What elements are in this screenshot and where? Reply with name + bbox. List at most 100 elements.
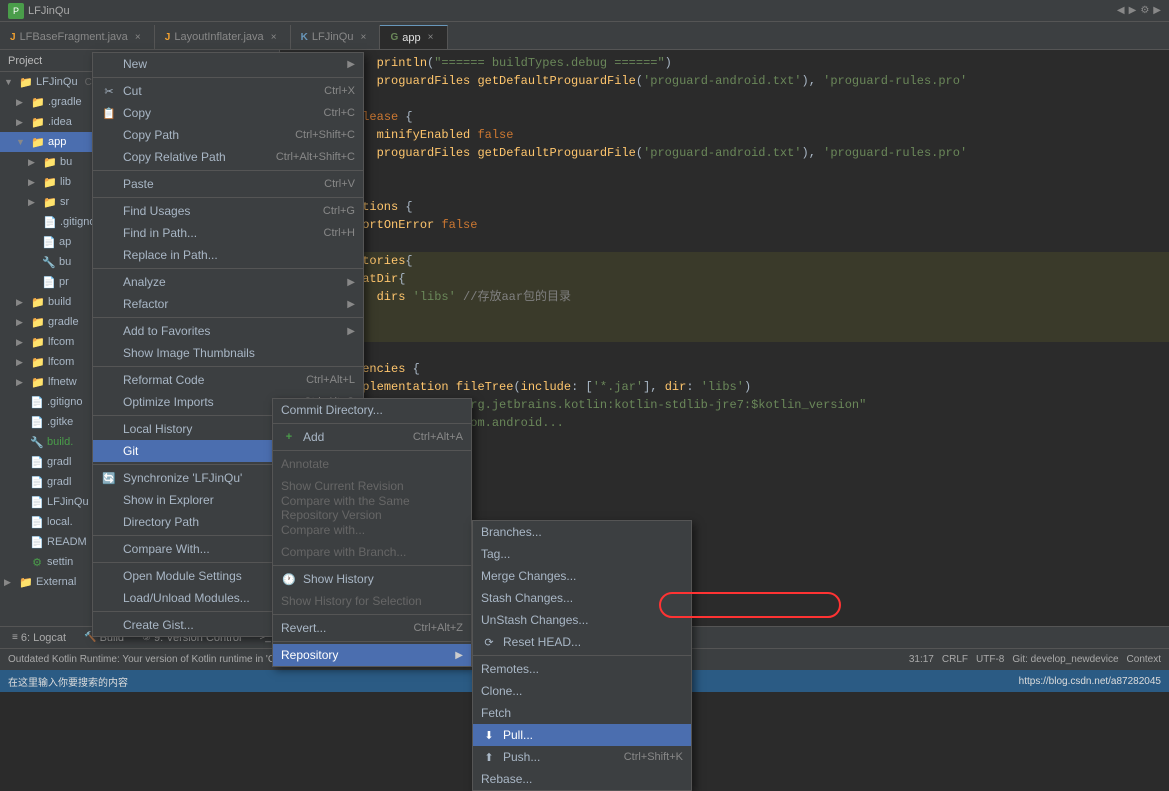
status-git: Git: develop_newdevice	[1012, 654, 1118, 665]
toolbar-icons: ◀ ▶ ⚙ ▶	[1117, 5, 1161, 16]
window-title: LFJinQu	[28, 5, 70, 17]
window-title-bar: P LFJinQu ◀ ▶ ⚙ ▶	[0, 0, 1169, 22]
git-icon	[101, 443, 117, 459]
tree-label: lib	[60, 176, 71, 188]
code-line: dirs 'libs' //存放aar包的目录	[280, 288, 1169, 306]
repo-reset-head[interactable]: ⟳ Reset HEAD...	[473, 631, 691, 653]
copy-icon: 📋	[101, 105, 117, 121]
tree-label: ap	[59, 236, 71, 248]
arrow-icon: ▶	[4, 577, 16, 588]
git-compare-branch[interactable]: Compare with Branch...	[273, 541, 471, 563]
code-content: println("====== buildTypes.debug ======"…	[280, 50, 1169, 436]
repo-tag[interactable]: Tag...	[473, 543, 691, 565]
copy-path-icon	[101, 127, 117, 143]
tab-layoutinflater[interactable]: J LayoutInflater.java ×	[155, 25, 291, 49]
repo-stash[interactable]: Stash Changes...	[473, 587, 691, 609]
menu-item-find-in-path[interactable]: Find in Path... Ctrl+H	[93, 222, 363, 244]
repo-pull[interactable]: ⬇ Pull...	[473, 724, 691, 746]
repo-remotes[interactable]: Remotes...	[473, 658, 691, 680]
refactor-icon	[101, 296, 117, 312]
menu-item-paste[interactable]: Paste Ctrl+V	[93, 173, 363, 195]
folder-icon: 📁	[31, 95, 45, 109]
folder-icon: 📁	[43, 155, 57, 169]
settings-icon[interactable]: ⚙	[1140, 5, 1149, 16]
cut-icon: ✂	[101, 83, 117, 99]
git-annotate[interactable]: Annotate	[273, 453, 471, 475]
repo-unstash[interactable]: UnStash Changes...	[473, 609, 691, 631]
git-repository[interactable]: Repository ▶	[273, 644, 471, 666]
file-icon: 📄	[30, 455, 44, 469]
history-icon: 🕐	[281, 571, 297, 587]
repo-fetch[interactable]: Fetch	[473, 702, 691, 724]
nav-left-icon[interactable]: ◀	[1117, 5, 1125, 16]
folder-icon: 📁	[31, 135, 45, 149]
tree-label: build	[48, 296, 71, 308]
menu-item-add-favorites[interactable]: Add to Favorites ▶	[93, 320, 363, 342]
arrow-icon: ▶	[28, 157, 40, 168]
menu-item-cut[interactable]: ✂ Cut Ctrl+X	[93, 80, 363, 102]
arrow-icon: ▶	[28, 177, 40, 188]
git-add[interactable]: + Add Ctrl+Alt+A	[273, 426, 471, 448]
tree-label: gradl	[47, 476, 71, 488]
repo-clone[interactable]: Clone...	[473, 680, 691, 702]
tab-close-icon[interactable]: ×	[132, 31, 144, 43]
nav-right-icon[interactable]: ▶	[1129, 5, 1137, 16]
tab-icon: G	[390, 32, 398, 43]
tab-lfjinqu[interactable]: K LFJinQu ×	[291, 25, 381, 49]
status-context: Context	[1127, 654, 1161, 665]
menu-item-find-usages[interactable]: Find Usages Ctrl+G	[93, 200, 363, 222]
sync-icon: 🔄	[101, 470, 117, 486]
repo-merge[interactable]: Merge Changes...	[473, 565, 691, 587]
tree-label: lfnetw	[48, 376, 77, 388]
file-icon: ⚙	[30, 555, 44, 569]
tab-app[interactable]: G app ×	[380, 25, 447, 49]
git-show-history[interactable]: 🕐 Show History	[273, 568, 471, 590]
code-line: }	[280, 180, 1169, 198]
menu-separator	[273, 614, 471, 615]
tab-label: LayoutInflater.java	[174, 31, 263, 43]
git-commit-dir[interactable]: Commit Directory...	[273, 399, 471, 421]
code-line	[280, 342, 1169, 360]
analyze-icon	[101, 274, 117, 290]
menu-item-refactor[interactable]: Refactor ▶	[93, 293, 363, 315]
find-icon	[101, 203, 117, 219]
file-icon: 📄	[30, 475, 44, 489]
repo-branches[interactable]: Branches...	[473, 521, 691, 543]
repo-rebase[interactable]: Rebase...	[473, 768, 691, 790]
reformat-icon	[101, 372, 117, 388]
menu-item-reformat[interactable]: Reformat Code Ctrl+Alt+L	[93, 369, 363, 391]
dir-icon	[101, 514, 117, 530]
git-compare-with[interactable]: Compare with...	[273, 519, 471, 541]
arrow-icon: ▶	[16, 377, 28, 388]
tab-lfbasefragment[interactable]: J LFBaseFragment.java ×	[0, 25, 155, 49]
tab-icon: J	[165, 32, 171, 43]
git-revert[interactable]: Revert... Ctrl+Alt+Z	[273, 617, 471, 639]
menu-item-show-thumbnails[interactable]: Show Image Thumbnails	[93, 342, 363, 364]
arrow-icon: ▶	[16, 97, 28, 108]
folder-icon: 📁	[31, 335, 45, 349]
tab-logcat[interactable]: ≡ 6: Logcat	[4, 629, 74, 647]
git-compare-same[interactable]: Compare with the Same Repository Version	[273, 497, 471, 519]
git-show-history-selection[interactable]: Show History for Selection	[273, 590, 471, 612]
tree-label: External	[36, 576, 76, 588]
tab-close-icon[interactable]: ×	[425, 32, 437, 44]
menu-item-new[interactable]: New ▶	[93, 53, 363, 75]
menu-item-copy-path[interactable]: Copy Path Ctrl+Shift+C	[93, 124, 363, 146]
tree-label: sr	[60, 196, 69, 208]
menu-item-copy-relative-path[interactable]: Copy Relative Path Ctrl+Alt+Shift+C	[93, 146, 363, 168]
menu-item-copy[interactable]: 📋 Copy Ctrl+C	[93, 102, 363, 124]
menu-item-replace-path[interactable]: Replace in Path...	[93, 244, 363, 266]
menu-separator	[93, 77, 363, 78]
repo-push[interactable]: ⬆ Push... Ctrl+Shift+K	[473, 746, 691, 768]
tab-close-icon[interactable]: ×	[357, 31, 369, 43]
arrow-icon: ▶	[16, 117, 28, 128]
tab-close-icon[interactable]: ×	[268, 31, 280, 43]
folder-icon: 📁	[31, 295, 45, 309]
file-icon: 📄	[30, 415, 44, 429]
arrow-icon: ▼	[16, 137, 28, 147]
tab-label: LFBaseFragment.java	[20, 31, 128, 43]
code-line: }	[280, 90, 1169, 108]
run-icon[interactable]: ▶	[1153, 5, 1161, 16]
menu-item-analyze[interactable]: Analyze ▶	[93, 271, 363, 293]
add-icon: +	[281, 429, 297, 445]
